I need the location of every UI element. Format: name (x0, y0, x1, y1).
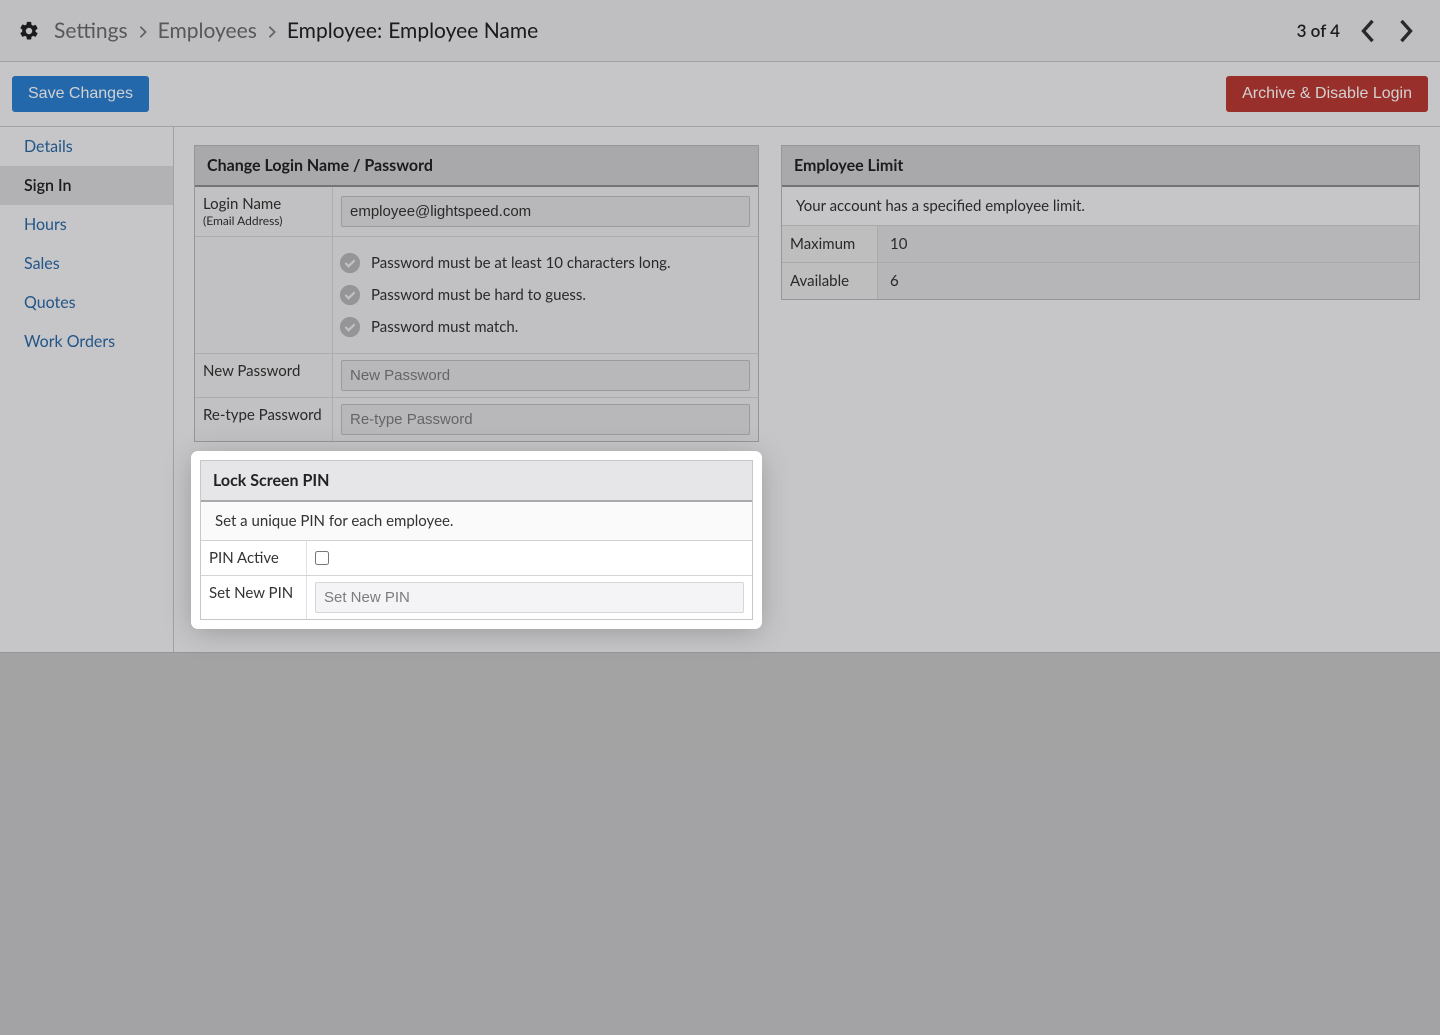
archive-button[interactable]: Archive & Disable Login (1226, 76, 1428, 112)
password-rule: Password must be at least 10 characters … (339, 247, 752, 279)
limit-avail-value: 6 (878, 263, 1419, 299)
pin-active-label: PIN Active (201, 541, 307, 575)
sidebar-item-quotes[interactable]: Quotes (0, 283, 173, 322)
limit-max-value: 10 (878, 226, 1419, 262)
login-panel: Change Login Name / Password Login Name … (194, 145, 759, 442)
new-password-label: New Password (195, 354, 333, 397)
breadcrumb-settings[interactable]: Settings (54, 18, 128, 43)
limit-panel-title: Employee Limit (782, 146, 1419, 187)
limit-panel: Employee Limit Your account has a specif… (781, 145, 1420, 300)
check-circle-icon (339, 284, 361, 306)
password-rule: Password must match. (339, 311, 752, 343)
pin-panel: Lock Screen PIN Set a unique PIN for eac… (200, 460, 753, 620)
pin-active-checkbox[interactable] (315, 551, 329, 565)
sidebar-item-signin[interactable]: Sign In (0, 166, 173, 205)
pager-next-button[interactable] (1390, 15, 1422, 47)
save-button[interactable]: Save Changes (12, 76, 149, 112)
pin-panel-highlight: Lock Screen PIN Set a unique PIN for eac… (194, 454, 759, 626)
password-rule: Password must be hard to guess. (339, 279, 752, 311)
set-pin-label: Set New PIN (201, 576, 307, 619)
sidebar-item-sales[interactable]: Sales (0, 244, 173, 283)
login-panel-title: Change Login Name / Password (195, 146, 758, 187)
new-password-input[interactable] (341, 360, 750, 391)
limit-avail-label: Available (782, 263, 878, 299)
limit-max-label: Maximum (782, 226, 878, 262)
retype-password-label: Re-type Password (195, 398, 333, 441)
pager-position: 3 of 4 (1297, 20, 1340, 41)
check-circle-icon (339, 316, 361, 338)
set-pin-input[interactable] (315, 582, 744, 613)
limit-panel-note: Your account has a specified employee li… (782, 187, 1419, 226)
sidebar-item-details[interactable]: Details (0, 127, 173, 166)
breadcrumb-employee-label: Employee: (287, 18, 382, 43)
gear-icon (18, 20, 40, 42)
sidebar-item-hours[interactable]: Hours (0, 205, 173, 244)
chevron-right-icon (138, 22, 148, 40)
breadcrumb-employee-name: Employee Name (388, 18, 538, 43)
action-bar: Save Changes Archive & Disable Login (0, 62, 1440, 127)
check-circle-icon (339, 252, 361, 274)
breadcrumb-bar: Settings Employees Employee: Employee Na… (0, 0, 1440, 62)
breadcrumb-employees[interactable]: Employees (158, 18, 257, 43)
pager-prev-button[interactable] (1352, 15, 1384, 47)
chevron-right-icon (267, 22, 277, 40)
sidebar: Details Sign In Hours Sales Quotes Work … (0, 127, 174, 652)
sidebar-item-workorders[interactable]: Work Orders (0, 322, 173, 361)
pin-panel-title: Lock Screen PIN (201, 461, 752, 502)
record-pager: 3 of 4 (1297, 15, 1422, 47)
login-name-input[interactable] (341, 196, 750, 227)
login-name-label: Login Name (Email Address) (195, 187, 333, 236)
content-area: Change Login Name / Password Login Name … (174, 127, 1440, 652)
retype-password-input[interactable] (341, 404, 750, 435)
main-area: Details Sign In Hours Sales Quotes Work … (0, 127, 1440, 653)
pin-panel-note: Set a unique PIN for each employee. (201, 502, 752, 541)
